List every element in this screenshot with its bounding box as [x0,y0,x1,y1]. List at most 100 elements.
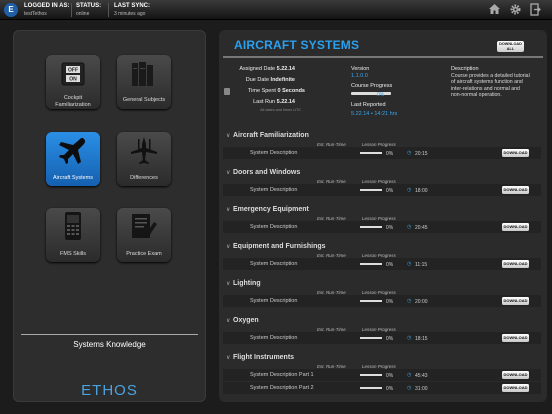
tile-fms-skills[interactable]: FMS Skills [46,208,100,262]
lesson-runtime: 11:15 [415,261,428,268]
version-label: Version [351,66,370,72]
lesson-row[interactable]: System Description Part 1 0% ◷ 45:43 DOWNLOA… [223,369,541,381]
lesson-name: System Description [250,150,298,156]
version-value: 1.1.0.0 [351,73,368,79]
lesson-progress-value: 0% [386,372,394,379]
divider [71,3,72,17]
lesson-progress-bar [360,263,382,265]
lesson-progress-value: 0% [386,298,394,305]
lesson-progress-value: 0% [386,187,394,194]
section-title[interactable]: Flight Instruments [233,354,294,361]
sync-block: LAST SYNC: 3 minutes ago [114,2,150,18]
logged-in-value: testTethos [24,11,47,17]
last-sync-value: 3 minutes ago [114,11,146,17]
lesson-row[interactable]: System Description 0% ◷ 18:00 DOWNLOAD [223,184,541,196]
course-progress-bar [351,92,391,95]
subjects-panel: OFF ON Cockpit Familiarization General Su… [13,30,206,402]
divider [21,334,198,335]
lesson-name: System Description Part 2 [250,385,314,391]
cockpit-icon: OFF ON [61,62,85,86]
svg-text:ON: ON [69,77,77,83]
download-button[interactable]: DOWNLOAD [502,185,529,194]
course-progress-label: Course Progress [351,83,393,89]
lesson-row[interactable]: System Description 0% ◷ 11:15 DOWNLOAD [223,258,541,270]
airplane-icon [59,137,86,164]
download-button[interactable]: DOWNLOAD [502,383,529,392]
course-header: AIRCRAFT SYSTEMS DOWNLOAD ALL [219,30,547,56]
status-label: STATUS: [76,3,102,9]
ethos-logo-icon: E [4,3,18,17]
ethos-brand: ETHOS [81,382,138,399]
section-title[interactable]: Aircraft Familiarization [233,132,309,139]
tile-label: FMS Skills [60,251,86,257]
logged-in-block: LOGGED IN AS: testTethos [24,2,69,18]
due-date: Due Date Indefinite [245,77,295,83]
logout-icon[interactable] [528,3,542,17]
lesson-name: System Description [250,335,298,341]
lesson-runtime: 20:00 [415,298,428,305]
utc-note: All dates and times UTC [260,108,301,112]
lesson-progress-value: 0% [386,150,394,157]
lesson-row[interactable]: System Description Part 2 0% ◷ 31:00 DOWNLOA… [223,382,541,394]
section-title[interactable]: Doors and Windows [233,169,300,176]
home-icon[interactable] [487,3,501,17]
exam-icon [132,214,157,238]
lesson-runtime: 45:43 [415,372,428,379]
chevron-down-icon[interactable]: ∨ [226,280,230,287]
download-button[interactable]: DOWNLOAD [502,259,529,268]
top-bar: E LOGGED IN AS: testTethos STATUS: onlin… [0,0,552,20]
last-reported-label: Last Reported [351,102,386,108]
status-value: online [76,11,90,17]
lesson-progress-bar [360,189,382,191]
lesson-progress-bar [360,152,382,154]
download-button[interactable]: DOWNLOAD [502,148,529,157]
chevron-down-icon[interactable]: ∨ [226,354,230,361]
lesson-progress-bar [360,387,382,389]
download-button[interactable]: DOWNLOAD [502,222,529,231]
download-all-button[interactable]: DOWNLOAD ALL [497,41,524,52]
lesson-row[interactable]: System Description 0% ◷ 20:15 DOWNLOAD [223,147,541,159]
last-reported-value: 5.22.14 • 14:21 hrs [351,111,398,117]
tile-cockpit-familiarization[interactable]: OFF ON Cockpit Familiarization [46,55,100,109]
chevron-down-icon[interactable]: ∨ [226,169,230,176]
lesson-runtime: 18:15 [415,335,428,342]
tile-general-subjects[interactable]: General Subjects [117,55,171,109]
section-title[interactable]: Emergency Equipment [233,206,309,213]
clock-icon: ◷ [407,187,412,193]
gear-icon[interactable] [508,3,522,17]
last-run: Last Run 5.22.14 [253,99,295,105]
lesson-progress-value: 0% [386,261,394,268]
chevron-down-icon[interactable]: ∨ [226,243,230,250]
clock-icon: ◷ [407,372,412,378]
chevron-down-icon[interactable]: ∨ [226,317,230,324]
lesson-row[interactable]: System Description 0% ◷ 20:00 DOWNLOAD [223,295,541,307]
download-button[interactable]: DOWNLOAD [502,296,529,305]
download-button[interactable]: DOWNLOAD [502,370,529,379]
clock-icon: ◷ [407,261,412,267]
books-icon [132,62,153,86]
lesson-runtime: 31:00 [415,385,428,392]
logged-in-label: LOGGED IN AS: [24,3,70,9]
tile-differences[interactable]: Differences [117,132,171,186]
section-title[interactable]: Oxygen [233,317,259,324]
chevron-down-icon[interactable]: ∨ [226,132,230,139]
lesson-progress-value: 0% [386,335,394,342]
lesson-name: System Description [250,187,298,193]
svg-text:OFF: OFF [68,68,78,74]
lesson-name: System Description Part 1 [250,372,314,378]
tile-aircraft-systems[interactable]: Aircraft Systems [46,132,100,186]
lesson-row[interactable]: System Description 0% ◷ 20:45 DOWNLOAD [223,221,541,233]
clock-icon: ◷ [407,385,412,391]
page-title: AIRCRAFT SYSTEMS [234,38,360,52]
chevron-down-icon[interactable]: ∨ [226,206,230,213]
lesson-row[interactable]: System Description 0% ◷ 18:15 DOWNLOAD [223,332,541,344]
section-title[interactable]: Equipment and Furnishings [233,243,326,250]
tile-label: Practice Exam [126,251,162,257]
tile-practice-exam[interactable]: Practice Exam [117,208,171,262]
section-title[interactable]: Lighting [233,280,261,287]
divider [223,56,543,58]
download-button[interactable]: DOWNLOAD [502,333,529,342]
last-sync-label: LAST SYNC: [114,3,150,9]
panel-title: Systems Knowledge [73,340,146,349]
lesson-name: System Description [250,224,298,230]
